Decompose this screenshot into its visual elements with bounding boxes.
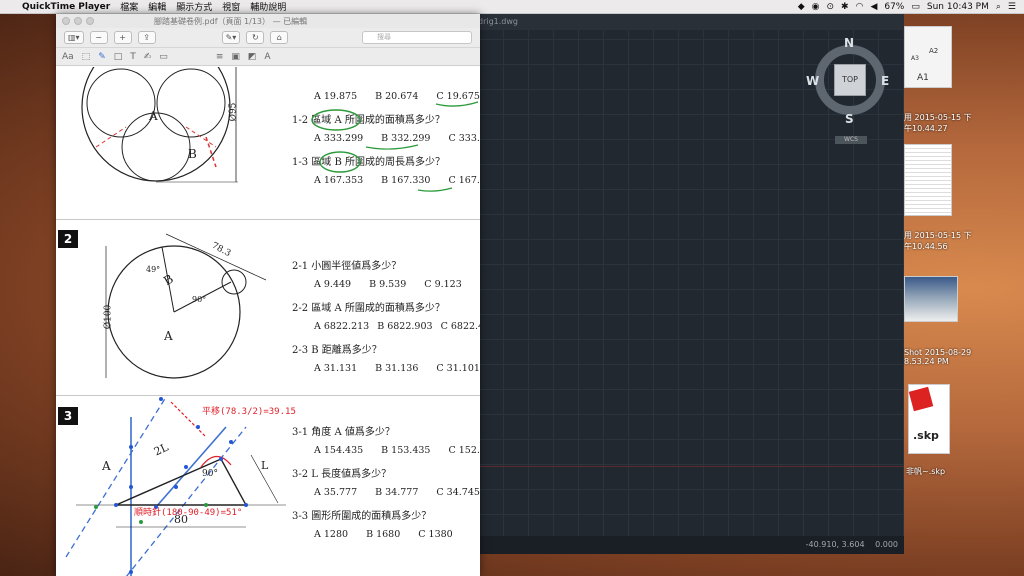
preview-titlebar: 腳踏基礎卷例.pdf（頁面 1/13） — 已編輯 — [56, 14, 480, 28]
annotation-translate: 平移(78.3/2)=39.15 — [202, 407, 296, 417]
markup-pen-button[interactable]: ✎▾ — [221, 31, 241, 44]
fig2-diameter: Ø100 — [103, 304, 114, 330]
cad-axis-line — [478, 466, 904, 467]
share-button[interactable]: ⇪ — [137, 31, 156, 44]
desktop-file-thumb-2[interactable] — [904, 144, 952, 216]
font-icon[interactable]: A — [264, 52, 270, 62]
border-color-icon[interactable]: ▣ — [231, 52, 240, 62]
volume-icon[interactable]: ◀ — [870, 2, 877, 12]
markup-toolbar: Aa ⬚ ✎ □ T ✍ ▭ ≡ ▣ ◩ A — [56, 48, 480, 66]
menu-bar: QuickTime Player 檔案 編輯 顯示方式 視窗 輔助說明 ◆ ◉ … — [0, 0, 1024, 14]
time-machine-icon[interactable]: ⊙ — [826, 2, 834, 12]
menu-edit[interactable]: 編輯 — [148, 0, 166, 13]
fig2-angle-2: 90° — [192, 295, 207, 304]
zoom-in-button[interactable]: + — [113, 31, 132, 44]
battery-icon: ▭ — [911, 1, 920, 12]
fig1-label-a: A — [149, 109, 158, 123]
rotate-button[interactable]: ↻ — [246, 31, 265, 44]
fig1-label-b: B — [188, 147, 197, 161]
options-3-1: A 154.435B 153.435C 152.435 — [314, 445, 480, 456]
zoom-out-button[interactable]: − — [89, 31, 108, 44]
options-3-2: A 35.777 B 34.777 C 34.745 — [314, 487, 480, 498]
spotlight-icon[interactable]: ⌕ — [996, 2, 1001, 12]
fig1-diameter: Ø95 — [228, 102, 239, 122]
fig3-angle: 90° — [202, 469, 218, 479]
cad-window[interactable]: drig1.dwg TOP N S E W WCS -40.910, 3.604… — [478, 14, 904, 554]
section-divider-1 — [56, 219, 480, 220]
app-menu[interactable]: QuickTime Player — [22, 2, 110, 12]
pdf-page[interactable]: A B Ø95 A 19.875 B 20.674 C 19.675 1-2 區域 … — [56, 67, 480, 576]
menu-help[interactable]: 輔助說明 — [250, 0, 286, 13]
text-tool-icon[interactable]: T — [130, 52, 136, 62]
z-readout: 0.000 — [875, 540, 898, 549]
question-3-2: 3-2 L 長度値爲多少？ — [292, 469, 392, 480]
fig3-label-l: L — [261, 459, 269, 472]
preview-window[interactable]: 腳踏基礎卷例.pdf（頁面 1/13） — 已編輯 ▥▾ − + ⇪ ✎▾ ↻ … — [56, 14, 480, 576]
wifi-icon[interactable]: ◠ — [856, 2, 864, 12]
handwritten-marks-1 — [311, 101, 479, 192]
figure-2 — [105, 233, 267, 379]
note-icon[interactable]: ▭ — [159, 52, 168, 62]
question-2-2: 2-2 區域 A 所圍成的面積爲多少？ — [292, 303, 445, 314]
shapes-icon[interactable]: □ — [114, 52, 123, 62]
search-input[interactable]: 搜尋 — [362, 31, 472, 44]
notification-center-icon[interactable]: ☰ — [1008, 2, 1016, 12]
options-3-3: A 1280 B 1680 C 1380 — [314, 529, 453, 540]
desktop-file-thumb-3[interactable] — [904, 276, 958, 322]
record-icon[interactable]: ◉ — [812, 2, 820, 12]
menu-window[interactable]: 視窗 — [222, 0, 240, 13]
compass-east[interactable]: E — [881, 74, 889, 88]
fill-color-icon[interactable]: ◩ — [248, 52, 257, 62]
rect-select-icon[interactable]: ⬚ — [82, 52, 91, 62]
desktop-icon-label-4[interactable]: 非帆~.skp — [906, 466, 945, 477]
window-title: 腳踏基礎卷例.pdf（頁面 1/13） — 已編輯 — [154, 16, 308, 26]
desktop-icon-label-1[interactable]: 用 2015-05-15 下午10.44.27 — [904, 112, 972, 134]
figure-1 — [81, 67, 238, 183]
options-2-2: A 6822.213B 6822.903C 6822.421 — [314, 321, 480, 332]
compass-west[interactable]: W — [806, 74, 819, 88]
bluetooth-icon[interactable]: ✱ — [841, 2, 849, 12]
wcs-menu[interactable]: WCS — [835, 136, 867, 144]
sketch-icon[interactable]: ✎ — [98, 52, 106, 62]
cad-title: drig1.dwg — [478, 14, 904, 30]
sign-icon[interactable]: ✍ — [144, 52, 152, 62]
annotation-rotate: 順時針(180-90-49)=51° — [134, 508, 243, 518]
menu-file[interactable]: 檔案 — [120, 0, 138, 13]
battery-percent[interactable]: 67% — [884, 2, 904, 12]
desktop-icon-label-2[interactable]: 用 2015-05-15 下午10.44.56 — [904, 230, 972, 252]
text-select-icon[interactable]: Aa — [62, 52, 74, 62]
sketchup-file-icon[interactable]: .skp — [908, 384, 950, 454]
question-2-3: 2-3 B 距離爲多少？ — [292, 345, 382, 356]
sidebar-toggle-button[interactable]: ▥▾ — [64, 31, 84, 44]
menu-view[interactable]: 顯示方式 — [176, 0, 212, 13]
view-cube-top[interactable]: TOP — [834, 64, 866, 96]
section-2-number: 2 — [58, 230, 78, 248]
question-3-1: 3-1 角度 A 値爲多少？ — [292, 427, 395, 438]
desktop-icon-label-3[interactable]: Shot 2015-08-29 8.53.24 PM — [904, 348, 971, 366]
options-2-3: A 31.131 B 31.136 C 31.101 — [314, 363, 480, 374]
minimize-button[interactable] — [74, 17, 82, 25]
line-style-icon[interactable]: ≡ — [216, 52, 224, 62]
question-3-3: 3-3 圖形所圍成的面積爲多少？ — [292, 511, 432, 522]
dropbox-icon[interactable]: ◆ — [798, 2, 805, 12]
coordinate-readout: -40.910, 3.604 — [805, 540, 865, 549]
clock[interactable]: Sun 10:43 PM — [927, 2, 989, 12]
compass-north[interactable]: N — [844, 36, 854, 50]
zoom-button[interactable] — [86, 17, 94, 25]
close-button[interactable] — [62, 17, 70, 25]
compass-south[interactable]: S — [845, 112, 854, 126]
fig2-angle-1: 49° — [146, 265, 161, 274]
sketchup-logo-icon — [908, 386, 934, 412]
cad-status-bar: -40.910, 3.604 0.000 — [478, 536, 904, 554]
view-cube[interactable]: TOP N S E W WCS — [806, 36, 889, 148]
preview-toolbar: ▥▾ − + ⇪ ✎▾ ↻ ⌂ 搜尋 — [56, 28, 480, 48]
fig3-label-a: A — [102, 459, 111, 473]
question-2-1: 2-1 小圓半徑値爲多少？ — [292, 261, 402, 272]
markup-toolbar-button[interactable]: ⌂ — [270, 31, 289, 44]
fig2-label-a: A — [164, 329, 173, 343]
options-2-1: A 9.449 B 9.539 C 9.123 — [314, 279, 462, 290]
desktop-file-thumb-1[interactable]: A2 A3 A1 — [904, 26, 952, 88]
